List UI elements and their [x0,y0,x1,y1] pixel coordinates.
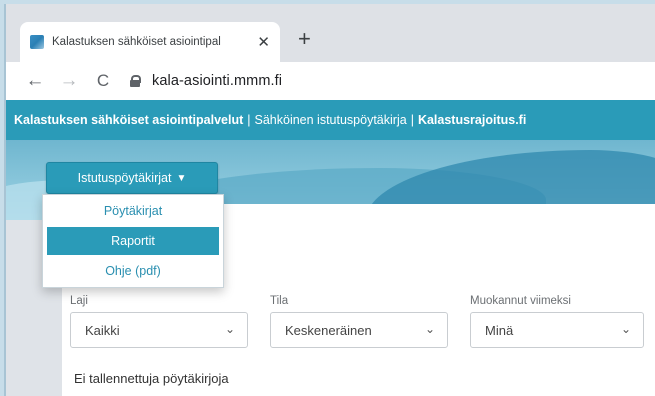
close-tab-icon[interactable]: ✕ [257,33,270,51]
menu-item-ohje[interactable]: Ohje (pdf) [43,257,223,285]
header-separator: | [247,113,251,127]
caret-down-icon: ▼ [176,172,187,184]
dropdown-menu: Pöytäkirjat Raportit Ohje (pdf) [42,194,224,288]
muokannut-select-value: Minä [485,322,514,338]
menu-item-poytakirjat[interactable]: Pöytäkirjat [43,197,223,225]
back-arrow-icon[interactable]: ← [24,70,46,92]
tila-select-value: Keskeneräinen [285,322,372,338]
reload-icon[interactable]: C [92,71,114,91]
forward-arrow-icon[interactable]: → [58,70,80,92]
laji-select[interactable]: Kaikki ⌄ [70,312,248,348]
site-header-link-protocol[interactable]: Sähköinen istutuspöytäkirja [255,113,407,127]
muokannut-select[interactable]: Minä ⌄ [470,312,644,348]
dropdown-button-label: Istutuspöytäkirjat [77,171,172,185]
site-favicon-icon [30,35,44,49]
laji-label: Laji [70,295,88,307]
empty-state-text: Ei tallennettuja pöytäkirjoja [74,371,229,386]
chevron-down-icon: ⌄ [424,322,435,336]
new-tab-icon[interactable]: + [298,28,311,50]
header-separator: | [410,113,414,127]
muokannut-label: Muokannut viimeksi [470,295,571,307]
chevron-down-icon: ⌄ [620,322,631,336]
menu-item-raportit[interactable]: Raportit [47,227,219,255]
site-header-link-restrictions[interactable]: Kalastusrajoitus.fi [418,113,526,127]
lock-icon[interactable] [130,75,141,87]
address-bar[interactable]: kala-asiointi.mmm.fi [152,73,282,89]
chevron-down-icon: ⌄ [224,322,235,336]
site-header: Kalastuksen sähköiset asiointipalvelut |… [6,100,655,140]
browser-toolbar: ← → C kala-asiointi.mmm.fi [6,62,655,100]
laji-select-value: Kaikki [85,322,120,338]
site-header-link-services[interactable]: Kalastuksen sähköiset asiointipalvelut [14,113,243,127]
istutuspoytakirjat-dropdown-button[interactable]: Istutuspöytäkirjat ▼ [46,162,218,194]
browser-window: Kalastuksen sähköiset asiointipal ✕ + ← … [4,4,655,396]
tila-select[interactable]: Keskeneräinen ⌄ [270,312,448,348]
browser-tab[interactable]: Kalastuksen sähköiset asiointipal ✕ [20,22,280,62]
tila-label: Tila [270,295,289,307]
tab-strip: Kalastuksen sähköiset asiointipal ✕ + [6,4,655,62]
tab-title: Kalastuksen sähköiset asiointipal [52,36,221,48]
